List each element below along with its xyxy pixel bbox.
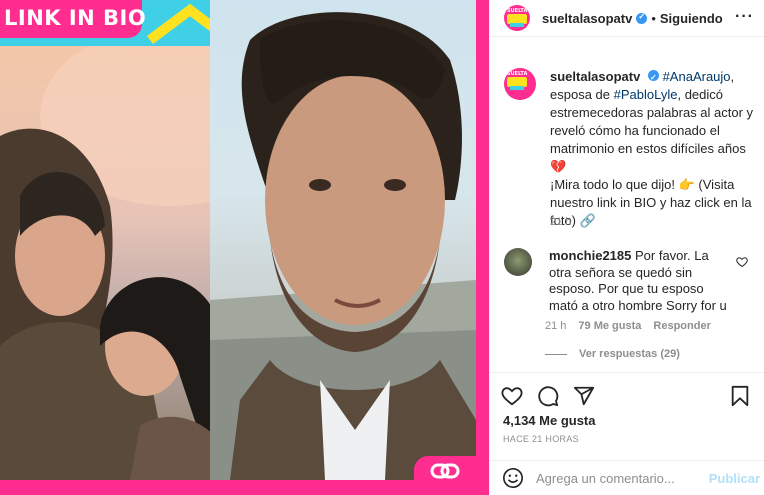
action-icons xyxy=(501,385,595,407)
verified-badge-icon xyxy=(647,69,659,87)
hashtag-link[interactable]: #PabloLyle xyxy=(614,87,678,102)
commenter-username[interactable]: monchie2185 xyxy=(549,248,631,263)
bookmark-icon[interactable] xyxy=(730,385,750,407)
paper-plane-icon[interactable] xyxy=(573,385,595,407)
comment-input[interactable] xyxy=(536,470,706,486)
following-button[interactable]: Siguiendo xyxy=(660,11,723,26)
comment-text: monchie2185 Por favor. La otra señora se… xyxy=(549,248,729,314)
comment-like-heart-icon[interactable] xyxy=(736,256,748,268)
more-options-icon[interactable]: ··· xyxy=(735,8,754,26)
caption-avatar[interactable]: SUELTA xyxy=(504,68,536,100)
comment-bar: Publicar xyxy=(489,460,764,495)
post-header: SUELTA sueltalasopatv • Siguiendo ··· xyxy=(490,0,764,37)
separator: • xyxy=(651,10,656,26)
author-avatar[interactable]: SUELTA xyxy=(504,5,530,31)
replies-divider xyxy=(545,353,567,355)
comment-bubble-icon[interactable] xyxy=(537,385,559,407)
comment-time[interactable]: 21 h xyxy=(545,320,566,332)
caption: SUELTA sueltalasopatv #AnaAraujo, esposa… xyxy=(504,68,754,230)
hashtag-link[interactable]: #AnaAraujo xyxy=(663,69,731,84)
caption-part: ¡Mira todo lo que dijo! 👉 (Visita nuestr… xyxy=(550,177,752,228)
comment-likes[interactable]: 79 Me gusta xyxy=(578,320,641,332)
emoji-icon[interactable] xyxy=(502,467,524,489)
publish-button[interactable]: Publicar xyxy=(709,471,760,486)
caption-username[interactable]: sueltalasopatv xyxy=(550,69,640,84)
likes-count[interactable]: 4,134 Me gusta xyxy=(503,413,596,428)
link-badge xyxy=(414,456,476,486)
image-frame xyxy=(0,0,476,480)
man-selfie-photo xyxy=(210,0,476,480)
verified-badge-icon xyxy=(636,12,648,24)
posted-time[interactable]: HACE 21 HORAS xyxy=(503,434,579,444)
comment-meta: 21 h 79 Me gusta Responder xyxy=(545,320,711,332)
link-chain-icon xyxy=(430,463,460,479)
reply-button[interactable]: Responder xyxy=(653,320,710,332)
heart-icon[interactable] xyxy=(501,385,523,407)
commenter-avatar[interactable] xyxy=(504,248,532,276)
view-replies-label: Ver respuestas (29) xyxy=(579,348,680,360)
comment-item: monchie2185 Por favor. La otra señora se… xyxy=(504,248,754,314)
author-username[interactable]: sueltalasopatv xyxy=(542,11,632,26)
caption-time[interactable]: 21 h xyxy=(550,216,571,228)
banner-text: LINK IN BIO xyxy=(4,6,147,30)
link-in-bio-banner: LINK IN BIO xyxy=(0,0,146,38)
caption-text: sueltalasopatv #AnaAraujo, esposa de #Pa… xyxy=(550,68,754,230)
post-image[interactable]: LINK IN BIO xyxy=(0,0,489,495)
view-replies-button[interactable]: Ver respuestas (29) xyxy=(545,348,680,360)
